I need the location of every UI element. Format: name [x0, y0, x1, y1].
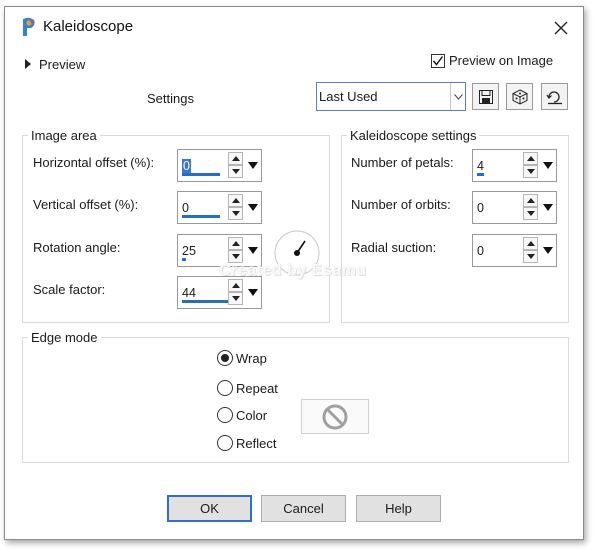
edge-mode-wrap-label: Wrap	[236, 350, 267, 366]
scale-factor-value: 44	[182, 286, 196, 300]
rotation-angle-input[interactable]: 25	[181, 238, 221, 264]
preset-value: Last Used	[319, 89, 378, 104]
vertical-offset-spinner[interactable]: 0	[177, 191, 262, 224]
edge-color-swatch[interactable]	[301, 399, 369, 434]
preview-expander[interactable]: Preview	[25, 55, 85, 73]
edge-mode-wrap-radio[interactable]: Wrap	[217, 350, 267, 366]
orbits-input[interactable]: 0	[476, 195, 516, 221]
rotation-angle-label: Rotation angle:	[33, 240, 121, 255]
save-preset-button[interactable]	[472, 83, 499, 110]
preview-on-image-label: Preview on Image	[449, 53, 554, 68]
preset-dropdown[interactable]: Last Used	[316, 82, 466, 111]
rotation-angle-value: 25	[182, 244, 196, 258]
decrement-arrow-icon[interactable]	[523, 207, 538, 220]
rotation-angle-slider-bar[interactable]	[182, 258, 186, 261]
slider-dropdown-icon[interactable]	[541, 194, 555, 221]
chevron-down-icon	[450, 83, 465, 110]
slider-dropdown-icon[interactable]	[246, 237, 260, 264]
app-icon	[23, 17, 35, 36]
edge-mode-repeat-radio[interactable]: Repeat	[217, 380, 278, 396]
radial-suction-spinner[interactable]: 0	[472, 234, 557, 267]
window-title: Kaleidoscope	[43, 18, 134, 35]
decrement-arrow-icon[interactable]	[523, 165, 538, 178]
orbits-value: 0	[477, 201, 484, 215]
slider-dropdown-icon[interactable]	[246, 152, 260, 179]
petals-spinner[interactable]: 4	[472, 149, 557, 182]
petals-slider-bar[interactable]	[477, 173, 484, 176]
ok-button[interactable]: OK	[167, 495, 252, 522]
edge-mode-reflect-radio[interactable]: Reflect	[217, 435, 276, 451]
decrement-arrow-icon[interactable]	[523, 250, 538, 263]
horizontal-offset-spinner[interactable]: 0	[177, 149, 262, 182]
radio-icon	[217, 435, 233, 451]
radial-suction-label: Radial suction:	[351, 240, 437, 255]
scale-factor-label: Scale factor:	[33, 282, 106, 297]
decrement-arrow-icon[interactable]	[228, 207, 243, 220]
increment-arrow-icon[interactable]	[228, 237, 243, 250]
petals-input[interactable]: 4	[476, 153, 516, 179]
close-icon[interactable]	[550, 17, 572, 39]
reset-button[interactable]	[541, 83, 568, 110]
preview-on-image-checkbox[interactable]: Preview on Image	[431, 53, 553, 68]
scale-factor-input[interactable]: 44	[181, 280, 242, 306]
horizontal-offset-value: 0	[182, 159, 191, 173]
scale-factor-spinner[interactable]: 44	[177, 276, 262, 309]
increment-arrow-icon[interactable]	[228, 279, 243, 292]
radial-suction-input[interactable]: 0	[476, 238, 516, 264]
radio-icon	[217, 380, 233, 396]
image-area-title: Image area	[28, 128, 100, 143]
edge-mode-repeat-label: Repeat	[236, 380, 278, 396]
increment-arrow-icon[interactable]	[228, 152, 243, 165]
settings-label: Settings	[147, 91, 194, 106]
edge-mode-color-label: Color	[236, 407, 268, 423]
horizontal-offset-label: Horizontal offset (%):	[33, 155, 155, 170]
orbits-label: Number of orbits:	[351, 197, 451, 212]
radial-suction-value: 0	[477, 244, 484, 258]
decrement-arrow-icon[interactable]	[228, 292, 243, 305]
reset-icon	[546, 90, 562, 104]
slider-dropdown-icon[interactable]	[246, 279, 260, 306]
increment-arrow-icon[interactable]	[228, 194, 243, 207]
slider-dropdown-icon[interactable]	[541, 152, 555, 179]
radio-icon	[217, 407, 233, 423]
kaleidoscope-settings-title: Kaleidoscope settings	[347, 128, 480, 143]
slider-dropdown-icon[interactable]	[246, 194, 260, 221]
preview-label: Preview	[39, 56, 86, 72]
vertical-offset-slider-bar[interactable]	[182, 215, 220, 218]
vertical-offset-value: 0	[182, 201, 189, 215]
increment-arrow-icon[interactable]	[523, 152, 538, 165]
kaleidoscope-dialog: Kaleidoscope Preview Preview on Image Se…	[4, 6, 584, 540]
increment-arrow-icon[interactable]	[523, 237, 538, 250]
edge-mode-color-radio[interactable]: Color	[217, 407, 267, 423]
edge-mode-group	[22, 337, 569, 463]
expand-arrow-icon	[25, 59, 31, 69]
orbits-spinner[interactable]: 0	[472, 191, 557, 224]
no-color-icon	[322, 404, 348, 429]
vertical-offset-input[interactable]: 0	[181, 195, 221, 221]
horizontal-offset-slider-bar[interactable]	[182, 173, 220, 176]
petals-label: Number of petals:	[351, 155, 454, 170]
randomize-button[interactable]	[506, 83, 533, 110]
radio-selected-icon	[217, 350, 233, 366]
randomize-dice-icon	[512, 88, 527, 105]
help-button[interactable]: Help	[356, 495, 441, 522]
edge-mode-reflect-label: Reflect	[236, 435, 277, 451]
checkbox-box	[431, 53, 445, 68]
checkmark-icon	[432, 55, 444, 66]
horizontal-offset-input[interactable]: 0	[181, 153, 221, 179]
cancel-button[interactable]: Cancel	[261, 495, 346, 522]
save-preset-icon	[478, 89, 493, 104]
slider-dropdown-icon[interactable]	[541, 237, 555, 264]
edge-mode-title: Edge mode	[28, 330, 101, 345]
petals-value: 4	[477, 159, 484, 173]
increment-arrow-icon[interactable]	[523, 194, 538, 207]
decrement-arrow-icon[interactable]	[228, 165, 243, 178]
vertical-offset-label: Vertical offset (%):	[33, 197, 139, 212]
